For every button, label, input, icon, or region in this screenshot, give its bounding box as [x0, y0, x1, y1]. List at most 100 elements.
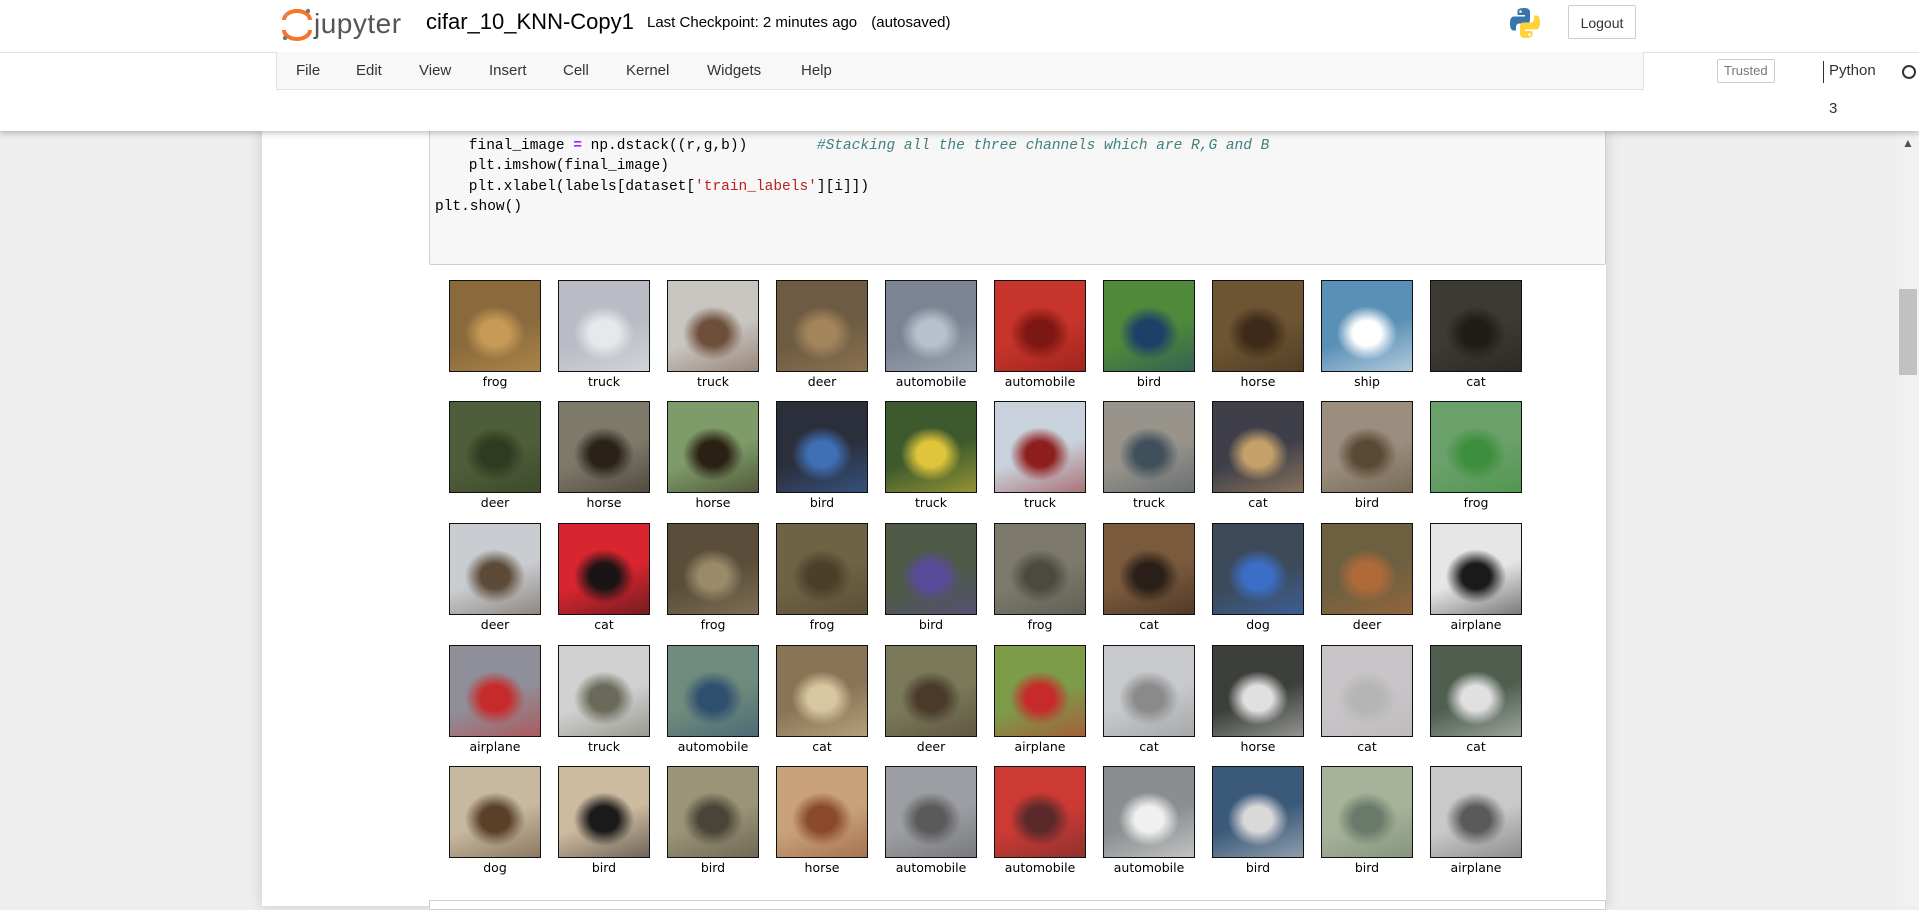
cifar-image-thumbnail: [449, 645, 541, 737]
image-cell: airplane: [1430, 523, 1522, 632]
cifar-image-thumbnail: [1430, 401, 1522, 493]
trusted-badge[interactable]: Trusted: [1717, 59, 1775, 83]
cifar-image-thumbnail: [1212, 645, 1304, 737]
code-line-2: plt.imshow(final_image): [434, 158, 669, 174]
menu-cell[interactable]: Cell: [563, 52, 589, 90]
image-cell: frog: [994, 523, 1086, 632]
image-cell: frog: [1430, 401, 1522, 510]
code-text: final_image: [434, 138, 574, 154]
logout-button[interactable]: Logout: [1568, 5, 1636, 39]
cifar-image-thumbnail: [1430, 280, 1522, 372]
image-cell: automobile: [994, 766, 1086, 875]
kernel-separator: [1823, 61, 1824, 83]
image-cell: bird: [558, 766, 650, 875]
image-cell: deer: [776, 280, 868, 389]
checkpoint-text: Last Checkpoint: 2 minutes ago: [647, 14, 858, 31]
kernel-idle-indicator-icon: [1902, 65, 1916, 79]
code-line-4: plt.show(): [435, 199, 523, 215]
cifar-image-thumbnail: [994, 280, 1086, 372]
cifar-image-thumbnail: [667, 280, 759, 372]
image-cell: automobile: [1103, 766, 1195, 875]
cifar-image-thumbnail: [1103, 401, 1195, 493]
image-label: frog: [1463, 495, 1489, 510]
menu-widgets[interactable]: Widgets: [707, 52, 761, 90]
kernel-name[interactable]: Python 3: [1829, 52, 1876, 117]
image-cell: bird: [667, 766, 759, 875]
notebook-name[interactable]: cifar_10_KNN-Copy1: [426, 9, 634, 35]
code-comment: #Stacking all the three channels which a…: [816, 138, 1270, 154]
cifar-image-thumbnail: [994, 766, 1086, 858]
cifar-image-thumbnail: [558, 766, 650, 858]
image-cell: cat: [1212, 401, 1304, 510]
menu-insert[interactable]: Insert: [489, 52, 527, 90]
next-cell[interactable]: [429, 900, 1606, 910]
image-cell: horse: [1212, 280, 1304, 389]
image-cell: deer: [449, 523, 541, 632]
cifar-image-thumbnail: [1430, 766, 1522, 858]
image-cell: cat: [558, 523, 650, 632]
image-cell: truck: [1103, 401, 1195, 510]
image-cell: bird: [1321, 401, 1413, 510]
cifar-image-thumbnail: [885, 523, 977, 615]
cifar-image-thumbnail: [776, 523, 868, 615]
cifar-image-thumbnail: [776, 280, 868, 372]
image-cell: automobile: [885, 766, 977, 875]
cifar-image-thumbnail: [885, 645, 977, 737]
notebook-header: jupyter cifar_10_KNN-Copy1 Last Checkpoi…: [0, 0, 1919, 131]
image-cell: dog: [449, 766, 541, 875]
autosave-status: (autosaved): [871, 14, 951, 31]
menu-help[interactable]: Help: [801, 52, 832, 90]
code-line-3: plt.xlabel(labels[dataset['train_labels'…: [434, 177, 869, 197]
cifar-image-thumbnail: [994, 645, 1086, 737]
code-text: plt.xlabel(labels[dataset[: [434, 179, 696, 195]
scroll-up-arrow-icon[interactable]: ▲: [1897, 131, 1919, 155]
image-cell: dog: [1212, 523, 1304, 632]
image-cell: frog: [776, 523, 868, 632]
cifar-image-thumbnail: [1321, 523, 1413, 615]
image-cell: truck: [558, 280, 650, 389]
menu-edit[interactable]: Edit: [356, 52, 382, 90]
image-cell: frog: [449, 280, 541, 389]
cifar-image-thumbnail: [449, 766, 541, 858]
menu-kernel[interactable]: Kernel: [626, 52, 669, 90]
cifar-image-thumbnail: [776, 401, 868, 493]
image-cell: bird: [1103, 280, 1195, 389]
cifar-image-thumbnail: [776, 645, 868, 737]
image-cell: cat: [1430, 645, 1522, 754]
image-cell: truck: [558, 645, 650, 754]
image-cell: horse: [667, 401, 759, 510]
jupyter-logo-icon: [282, 8, 312, 41]
cifar-image-thumbnail: [667, 401, 759, 493]
image-cell: cat: [776, 645, 868, 754]
cifar-image-thumbnail: [885, 280, 977, 372]
cifar-image-thumbnail: [449, 401, 541, 493]
image-label: airplane: [1450, 860, 1502, 875]
cifar-image-thumbnail: [1321, 645, 1413, 737]
image-label: airplane: [1450, 617, 1502, 632]
top-bar: jupyter cifar_10_KNN-Copy1 Last Checkpoi…: [0, 0, 1919, 53]
menu-file[interactable]: File: [296, 52, 320, 90]
image-cell: truck: [667, 280, 759, 389]
vertical-scrollbar[interactable]: ▲: [1897, 131, 1919, 906]
code-string: 'train_labels': [695, 179, 817, 195]
image-label: cat: [1466, 374, 1486, 389]
menu-view[interactable]: View: [419, 52, 451, 90]
scrollbar-thumb[interactable]: [1899, 289, 1917, 375]
cifar-image-thumbnail: [994, 401, 1086, 493]
cifar-image-thumbnail: [1103, 523, 1195, 615]
code-line-1: final_image = np.dstack((r,g,b)) #Stacki…: [434, 136, 1270, 156]
cifar-image-thumbnail: [1103, 645, 1195, 737]
image-cell: deer: [885, 645, 977, 754]
cifar-image-thumbnail: [994, 523, 1086, 615]
image-label: cat: [1466, 739, 1486, 754]
image-cell: automobile: [667, 645, 759, 754]
jupyter-logo[interactable]: jupyter: [280, 6, 410, 44]
cifar-image-thumbnail: [1430, 523, 1522, 615]
image-cell: airplane: [994, 645, 1086, 754]
cifar-image-thumbnail: [885, 401, 977, 493]
image-cell: automobile: [885, 280, 977, 389]
cifar-image-thumbnail: [1103, 766, 1195, 858]
image-cell: horse: [776, 766, 868, 875]
image-cell: cat: [1430, 280, 1522, 389]
image-cell: cat: [1321, 645, 1413, 754]
